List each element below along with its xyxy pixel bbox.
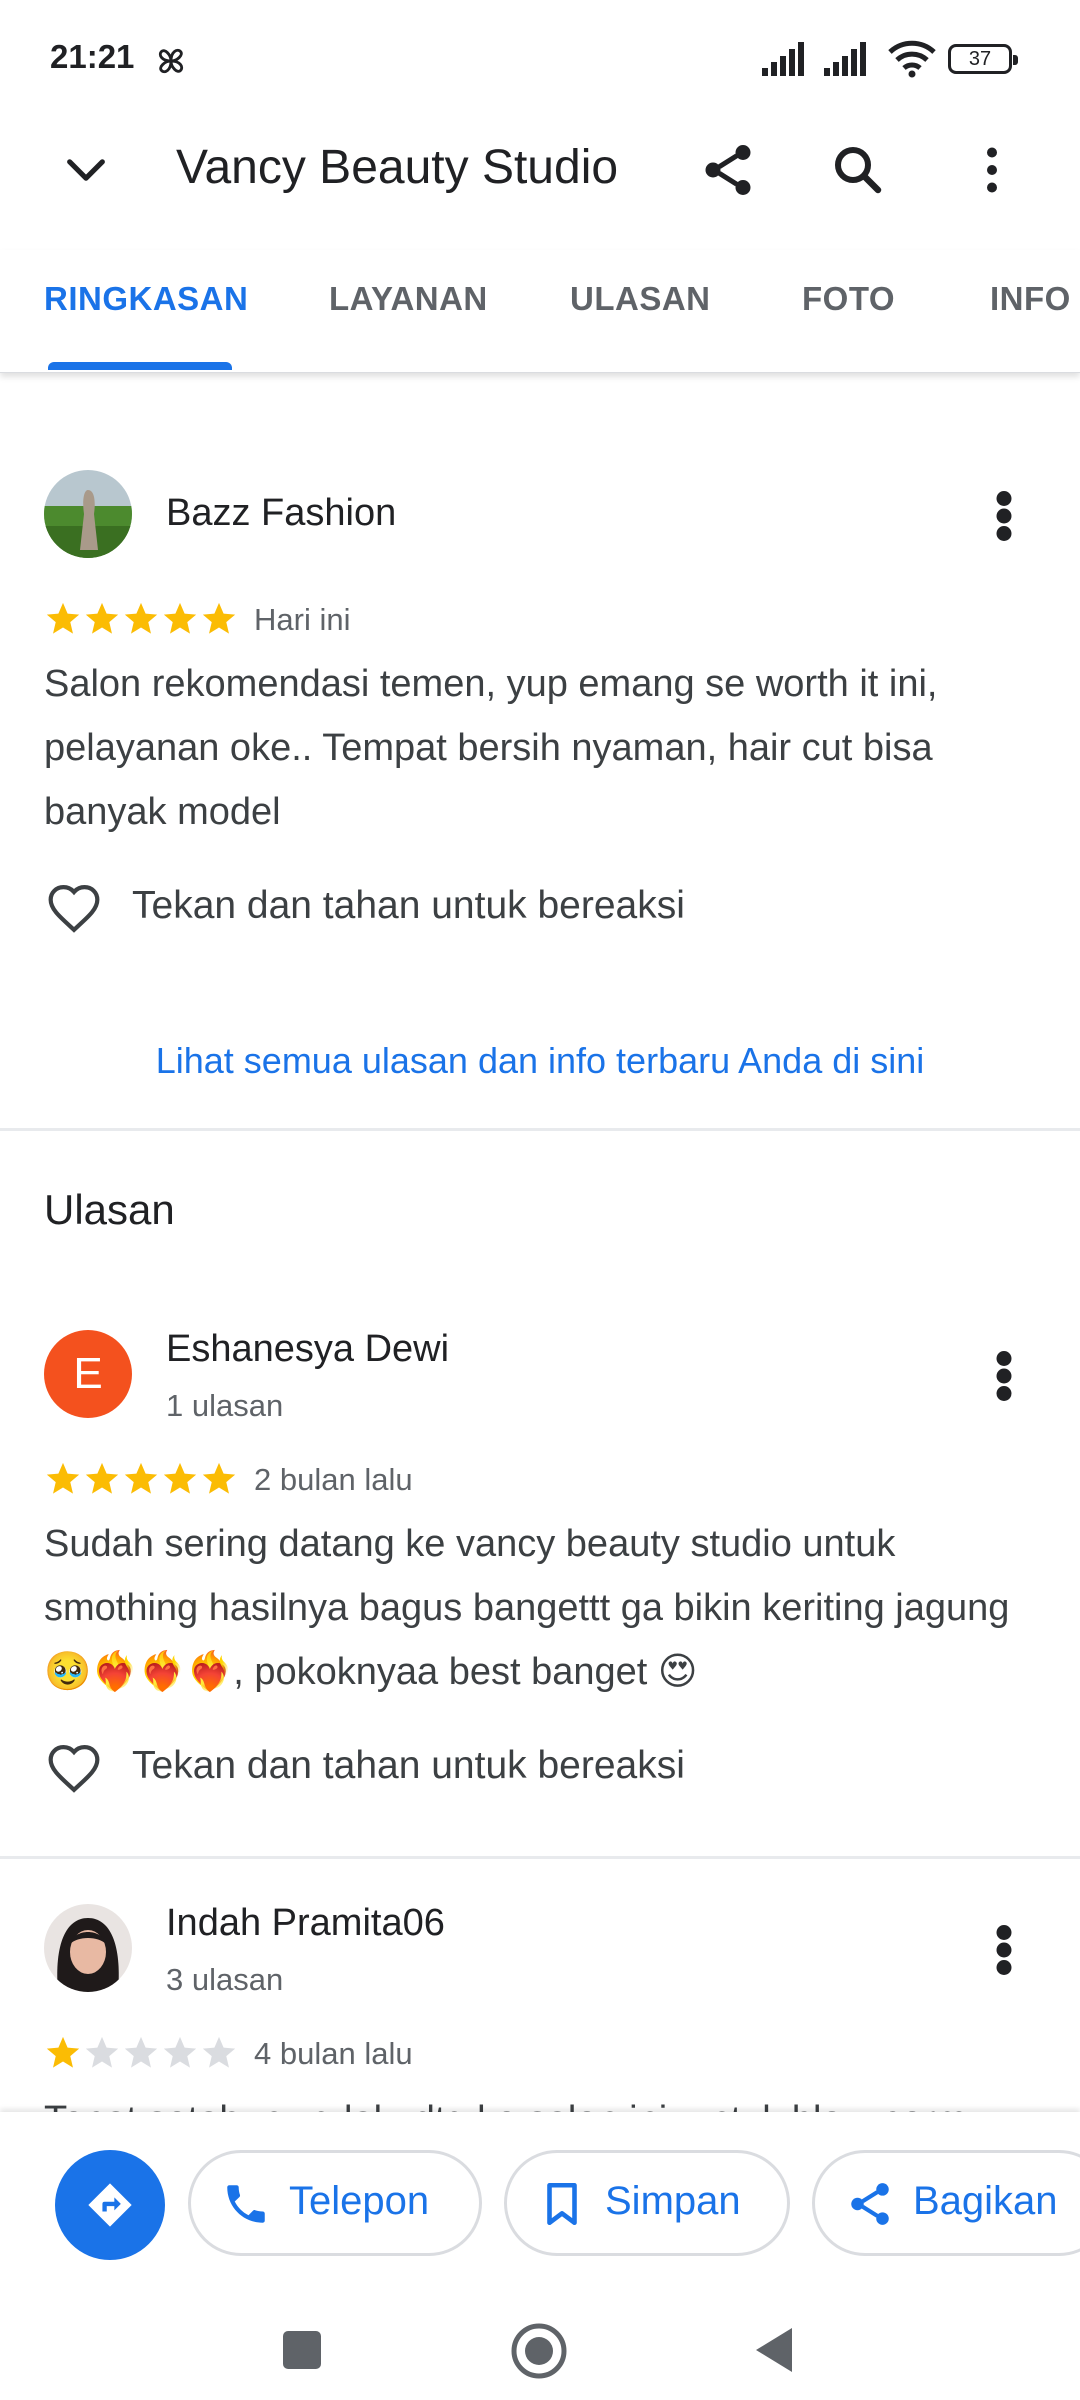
section-title: Ulasan [44, 1186, 175, 1233]
star-rating [44, 600, 239, 640]
reviewer-name: Bazz Fashion [166, 492, 397, 534]
heart-icon [48, 885, 100, 933]
tab-ulasan[interactable]: ULASAN [570, 280, 711, 318]
review-text: Sudah sering datang ke vancy beauty stud… [44, 1523, 1010, 1693]
star-filled-icon [85, 1462, 119, 1494]
reviewer-name[interactable]: Indah Pramita06 [166, 1902, 445, 1945]
star-filled-icon [85, 602, 119, 634]
review-count: 1 ulasan [166, 1388, 284, 1423]
wifi-icon [888, 40, 936, 78]
star-filled-icon [46, 2036, 80, 2068]
avatar[interactable]: E [44, 1330, 132, 1418]
star-filled-icon [46, 1462, 80, 1494]
call-button[interactable]: Telepon [188, 2150, 482, 2256]
star-empty-icon [85, 2036, 119, 2068]
status-bar: 21:21 37 [0, 0, 1080, 120]
review-date: Hari ini [254, 602, 351, 637]
tab-ringkasan[interactable]: RINGKASAN [44, 280, 248, 318]
share-icon[interactable] [698, 140, 758, 200]
action-bar: Telepon Simpan Bagikan [0, 2112, 1080, 2290]
avatar[interactable] [44, 1904, 132, 1992]
review-date: 2 bulan lalu [254, 1462, 413, 1497]
tab-bar: RINGKASAN LAYANAN ULASAN FOTO INFO [0, 250, 1080, 373]
star-rating [44, 2034, 239, 2074]
signal-icon [762, 42, 804, 76]
star-empty-icon [124, 2036, 158, 2068]
more-vert-icon[interactable] [984, 486, 1024, 546]
search-icon[interactable] [828, 140, 888, 200]
star-filled-icon [46, 602, 80, 634]
review-text: Salon rekomendasi temen, yup emang se wo… [44, 663, 938, 833]
home-icon[interactable] [510, 2322, 568, 2380]
back-icon[interactable] [752, 2326, 794, 2374]
star-rating [44, 1460, 239, 1500]
avatar[interactable] [44, 470, 132, 558]
call-label: Telepon [289, 2179, 430, 2223]
battery-icon: 37 [948, 44, 1018, 74]
save-label: Simpan [605, 2179, 741, 2223]
share-icon [851, 2183, 889, 2225]
share-button[interactable]: Bagikan [812, 2150, 1080, 2256]
reviewer-name[interactable]: Eshanesya Dewi [166, 1328, 449, 1371]
react-label: Tekan dan tahan untuk bereaksi [132, 1744, 685, 1787]
signal-icon [824, 42, 866, 76]
tab-foto[interactable]: FOTO [802, 280, 895, 318]
page-title: Vancy Beauty Studio [176, 141, 619, 194]
star-empty-icon [163, 2036, 197, 2068]
system-nav-bar [0, 2290, 1080, 2400]
star-filled-icon [202, 602, 236, 634]
top-app-bar: Vancy Beauty Studio [0, 120, 1080, 220]
bookmark-icon [547, 2182, 577, 2226]
more-vert-icon[interactable] [984, 1346, 1024, 1406]
review-date: 4 bulan lalu [254, 2036, 413, 2071]
star-filled-icon [124, 602, 158, 634]
status-time: 21:21 [50, 38, 135, 75]
star-empty-icon [202, 2036, 236, 2068]
directions-icon [88, 2183, 132, 2227]
more-vert-icon[interactable] [984, 1920, 1024, 1980]
more-vert-icon[interactable] [962, 140, 1022, 200]
divider [0, 1128, 1080, 1131]
star-filled-icon [124, 1462, 158, 1494]
tab-info[interactable]: INFO [990, 280, 1071, 318]
save-button[interactable]: Simpan [504, 2150, 790, 2256]
phone-icon [227, 2185, 265, 2223]
react-label: Tekan dan tahan untuk bereaksi [132, 884, 685, 927]
directions-button[interactable] [55, 2150, 165, 2260]
star-filled-icon [202, 1462, 236, 1494]
review-count: 3 ulasan [166, 1962, 284, 1997]
pinwheel-icon [158, 48, 184, 74]
see-all-reviews-link[interactable]: Lihat semua ulasan dan info terbaru Anda… [0, 1040, 1080, 1082]
chevron-down-icon[interactable] [58, 142, 114, 198]
share-label: Bagikan [913, 2179, 1058, 2223]
tab-layanan[interactable]: LAYANAN [329, 280, 488, 318]
divider [0, 1856, 1080, 1859]
heart-icon [48, 1745, 100, 1793]
star-filled-icon [163, 602, 197, 634]
star-filled-icon [163, 1462, 197, 1494]
tab-indicator [48, 362, 232, 370]
recents-icon[interactable] [282, 2330, 322, 2370]
